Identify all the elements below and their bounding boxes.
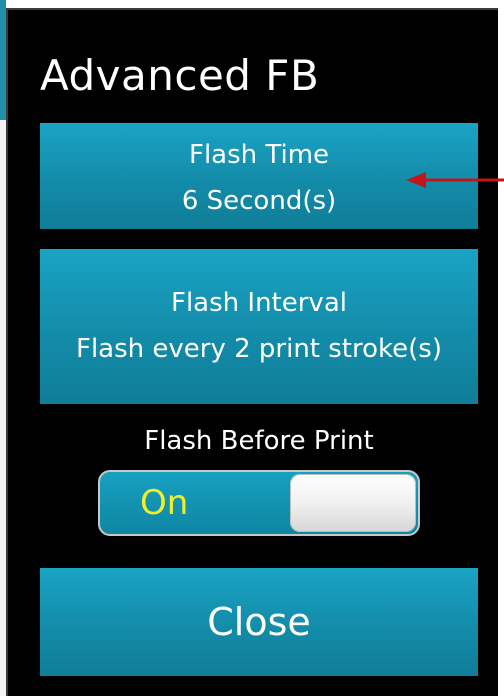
flash-before-print-label: Flash Before Print: [144, 426, 374, 456]
flash-time-label: Flash Time: [188, 140, 330, 170]
dialog-title: Advanced FB: [40, 51, 320, 100]
close-button[interactable]: Close: [40, 568, 478, 676]
flash-before-print-toggle[interactable]: On: [98, 470, 420, 536]
toggle-state-text: On: [140, 483, 189, 523]
toggle-knob[interactable]: [290, 474, 416, 532]
flash-interval-value: Flash every 2 print stroke(s): [75, 334, 442, 364]
flash-interval-button[interactable]: Flash Interval Flash every 2 print strok…: [40, 249, 478, 404]
flash-time-button[interactable]: Flash Time 6 Second(s): [40, 123, 478, 229]
flash-interval-label: Flash Interval: [171, 288, 347, 318]
screenshot: Advanced FB Flash Time 6 Second(s) Flash…: [0, 0, 504, 696]
flash-time-value: 6 Second(s): [181, 186, 337, 216]
close-button-label: Close: [207, 600, 311, 644]
